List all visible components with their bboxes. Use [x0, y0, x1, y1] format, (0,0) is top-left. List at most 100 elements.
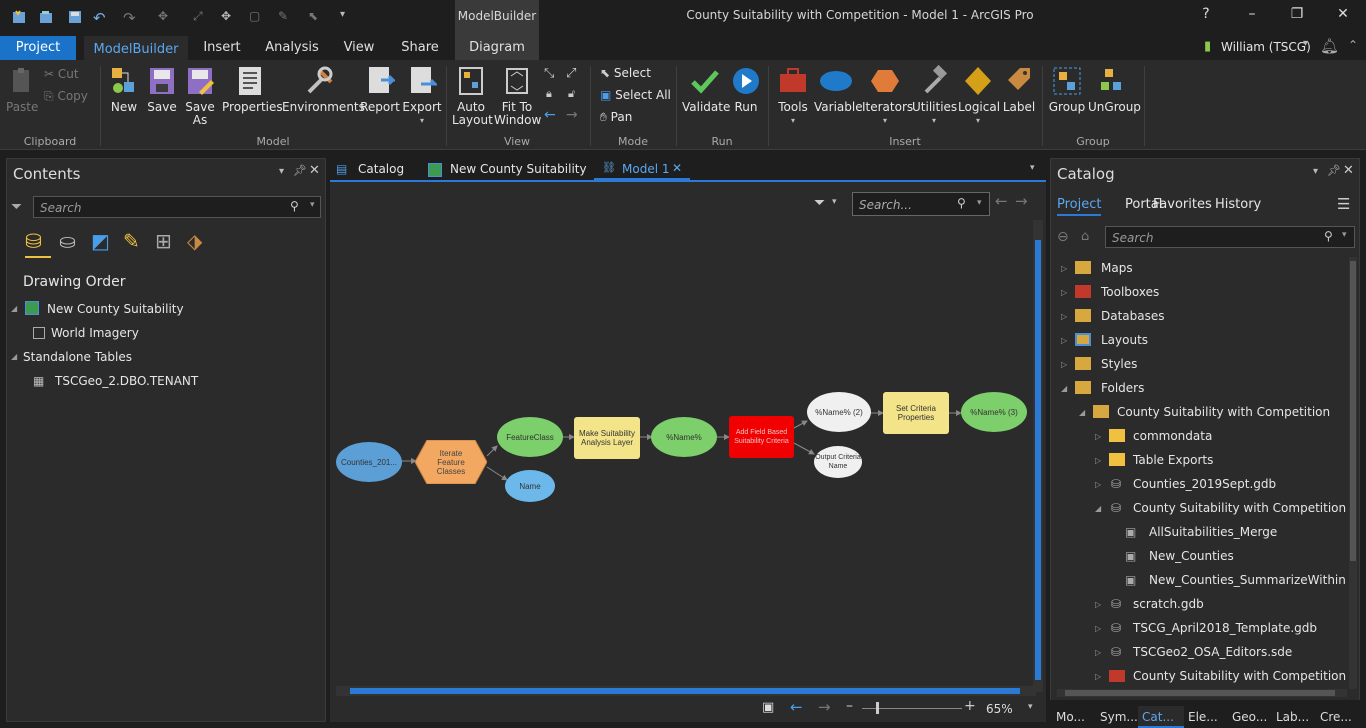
variable-button[interactable]: Variable — [814, 64, 863, 114]
catalog-search-input[interactable]: Search ⚲ ▾ — [1105, 226, 1355, 248]
search-icon[interactable]: ⚲ — [290, 199, 299, 213]
tab-modelbuilder[interactable]: ModelBuilder — [84, 36, 188, 60]
vertical-scroll-thumb[interactable] — [1035, 240, 1041, 680]
close-pane-icon[interactable]: ✕ — [1343, 163, 1354, 178]
undo-icon[interactable]: ↶ — [93, 9, 109, 27]
tools-button[interactable]: Tools ▾ — [774, 64, 812, 127]
doc-tab-catalog[interactable]: ▤ Catalog — [336, 160, 424, 180]
next-extent-icon[interactable]: → — [566, 107, 578, 123]
next-view-icon[interactable]: → — [818, 698, 831, 716]
ungroup-button[interactable]: UnGroup — [1088, 64, 1141, 114]
catalog-horizontal-scrollbar[interactable] — [1057, 689, 1347, 697]
pane-tab-geoprocessing[interactable]: Geo... — [1232, 706, 1267, 728]
close-pane-icon[interactable]: ✕ — [309, 163, 320, 178]
redo-icon[interactable]: ↷ — [123, 9, 139, 27]
expand-icon[interactable]: ▷ — [1061, 306, 1067, 328]
new-model-button[interactable]: New — [106, 64, 142, 114]
expand-icon[interactable]: ▷ — [1061, 258, 1067, 280]
horizontal-scroll-thumb[interactable] — [350, 688, 1020, 694]
expand-icon[interactable]: ▷ — [1095, 594, 1101, 616]
report-button[interactable]: Report — [360, 64, 400, 114]
vertical-scrollbar[interactable] — [1033, 220, 1043, 692]
collapse-icon[interactable]: ◢ — [11, 298, 17, 320]
expand-icon[interactable]: ▷ — [1095, 474, 1101, 496]
list-by-snapping-icon[interactable]: ⊞ — [155, 229, 172, 253]
pane-tab-element[interactable]: Ele... — [1188, 706, 1218, 728]
collapse-icon[interactable]: ◢ — [1061, 378, 1067, 400]
close-window-button[interactable]: ✕ — [1332, 6, 1354, 26]
add-field-based-suitability-criteria-tool[interactable]: Add Field Based Suitability Criteria — [729, 416, 794, 458]
model-canvas[interactable]: ⏷ ▾ Search... ⚲ ▾ ← → Counties_201... Iter… — [330, 180, 1046, 722]
name-2-variable[interactable]: %Name% (2) — [807, 392, 871, 432]
auto-layout-button[interactable]: Auto Layout — [452, 64, 493, 127]
list-by-editing-icon[interactable]: ✎ — [123, 229, 140, 253]
export-button[interactable]: Export ▾ — [402, 64, 442, 127]
doc-tab-model[interactable]: ⛓ Model 1 ✕ — [594, 158, 690, 180]
notification-bell-icon[interactable]: 🔔︎ — [1320, 37, 1339, 55]
help-button[interactable]: ? — [1195, 6, 1217, 26]
lock-icon[interactable]: 🔒︎ — [546, 87, 552, 101]
tab-view[interactable]: View — [336, 36, 382, 60]
name-3-variable[interactable]: %Name% (3) — [961, 392, 1027, 432]
expand-icon[interactable]: ▷ — [1095, 618, 1101, 640]
save-as-button[interactable]: Save As — [184, 64, 216, 127]
contents-search-input[interactable]: Search ⚲ ▾ — [33, 196, 321, 218]
expand-icon[interactable]: ▷ — [1095, 426, 1101, 448]
tab-diagram[interactable]: Diagram — [455, 36, 539, 60]
pane-tab-modify[interactable]: Mo... — [1056, 706, 1085, 728]
catalog-scroll-thumb[interactable] — [1350, 261, 1356, 561]
iterate-feature-classes-tool[interactable]: Iterate Feature Classes — [425, 444, 477, 480]
catalog-menu-icon[interactable]: ☰ — [1337, 195, 1350, 213]
zoom-slider-thumb[interactable] — [876, 702, 879, 714]
doc-tab-map[interactable]: New County Suitability — [428, 160, 588, 180]
pane-tab-symbology[interactable]: Sym... — [1100, 706, 1138, 728]
pane-options-icon[interactable]: ▾ — [279, 166, 284, 177]
zoom-in-icon[interactable]: ⤡ — [544, 66, 554, 81]
pin-icon[interactable]: 📌︎ — [293, 164, 307, 177]
pane-tab-create[interactable]: Cre... — [1320, 706, 1352, 728]
move-icon[interactable]: ✥ — [158, 9, 174, 25]
catalog-tab-history[interactable]: History — [1215, 197, 1261, 212]
featureclass-variable[interactable]: FeatureClass — [497, 417, 563, 457]
stop-icon[interactable]: ▢ — [249, 9, 265, 25]
properties-button[interactable]: Properties — [222, 64, 283, 114]
unlock-icon[interactable]: 🔓︎ — [568, 87, 575, 101]
tools-dropdown-icon[interactable]: ▾ — [774, 114, 812, 127]
iterators-dropdown-icon[interactable]: ▾ — [862, 114, 908, 127]
expand-icon[interactable]: ▷ — [1061, 354, 1067, 376]
horizontal-scrollbar[interactable] — [336, 686, 1036, 696]
catalog-hscroll-thumb[interactable] — [1065, 690, 1335, 696]
zoom-level[interactable]: 65% — [986, 702, 1013, 716]
input-dataset-counties[interactable]: Counties_201... — [336, 442, 402, 482]
paste-button[interactable]: Paste — [6, 66, 38, 114]
list-by-data-source-icon[interactable]: ⛀ — [59, 229, 76, 253]
make-suitability-analysis-layer-tool[interactable]: Make Suitability Analysis Layer — [574, 417, 640, 459]
validate-button[interactable]: Validate — [682, 64, 730, 114]
select-all-button[interactable]: ▣ Select All — [600, 89, 671, 102]
collapse-ribbon-icon[interactable]: ⌃ — [1348, 38, 1358, 52]
list-by-selection-icon[interactable]: ◩ — [91, 229, 110, 253]
zoom-out-button[interactable]: – — [846, 698, 853, 714]
customize-qat-icon[interactable]: ▾ — [340, 9, 356, 25]
tab-share[interactable]: Share — [396, 36, 444, 60]
pane-options-icon[interactable]: ▾ — [1313, 166, 1318, 177]
save-project-icon[interactable] — [67, 9, 83, 25]
catalog-tab-project[interactable]: Project — [1057, 197, 1102, 216]
tab-analysis[interactable]: Analysis — [260, 36, 324, 60]
close-tab-icon[interactable]: ✕ — [672, 161, 682, 175]
tab-project[interactable]: Project — [0, 36, 76, 60]
expand-icon[interactable]: ▷ — [1095, 642, 1101, 664]
search-dropdown-icon[interactable]: ▾ — [310, 200, 315, 210]
home-icon[interactable]: ⌂ — [1081, 229, 1089, 244]
overview-icon[interactable]: ▣ — [762, 700, 774, 715]
fit-to-window-button[interactable]: Fit To Window — [494, 64, 541, 127]
copy-button[interactable]: ⎘ Copy — [44, 90, 88, 103]
iterators-button[interactable]: Iterators ▾ — [862, 64, 913, 127]
tab-list-dropdown-icon[interactable]: ▾ — [1030, 163, 1035, 173]
layer-visibility-checkbox[interactable] — [33, 327, 45, 339]
scale-icon[interactable]: ⤢ — [193, 9, 209, 25]
expand-icon[interactable]: ▷ — [1061, 282, 1067, 304]
previous-view-icon[interactable]: ← — [790, 698, 803, 716]
open-project-icon[interactable] — [38, 9, 54, 25]
cut-button[interactable]: ✂ Cut — [44, 68, 79, 81]
